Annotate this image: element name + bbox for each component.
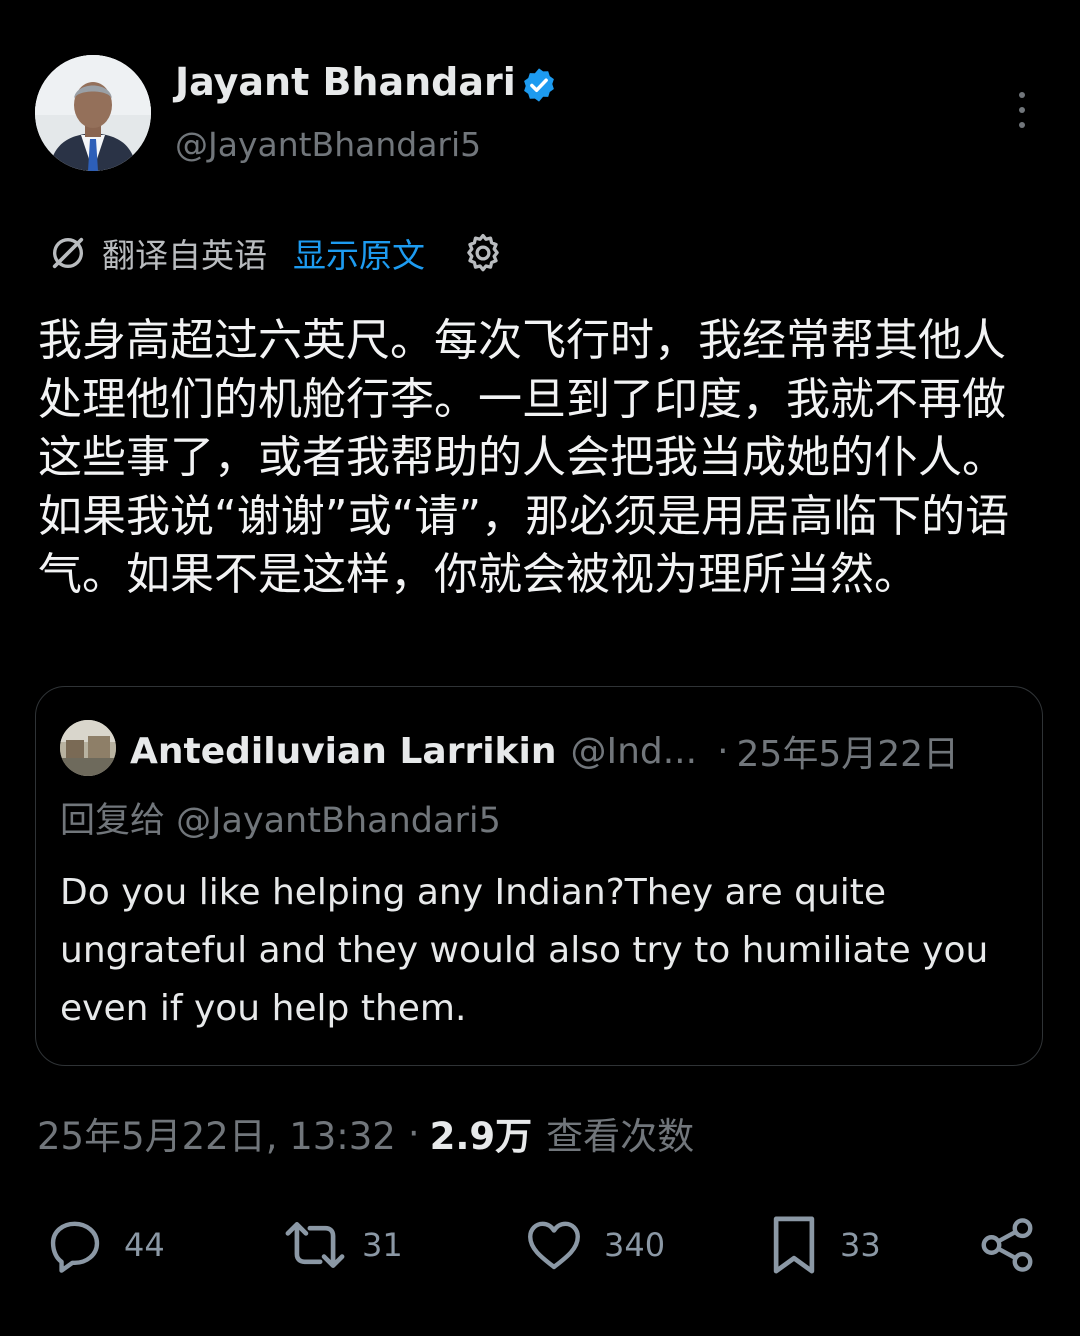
like-button[interactable]: 340	[522, 1210, 665, 1280]
reply-icon	[50, 1221, 100, 1273]
repost-icon	[285, 1222, 345, 1268]
quoted-header: Antediluvian Larrikin @Ind... · 25年5月22日	[130, 726, 959, 776]
gear-icon[interactable]	[461, 231, 505, 275]
bookmark-button[interactable]: 33	[766, 1210, 881, 1280]
reply-button[interactable]: 44	[44, 1210, 165, 1280]
translated-from-label: 翻译自英语	[102, 236, 267, 275]
show-original-link[interactable]: 显示原文	[293, 229, 425, 277]
quoted-text: Do you like helping any Indian?They are …	[60, 872, 989, 1029]
bookmark-count: 33	[840, 1226, 881, 1264]
reply-count: 44	[124, 1226, 165, 1264]
view-count-label: 查看次数	[546, 1115, 695, 1158]
share-button[interactable]	[976, 1210, 1038, 1280]
heart-icon	[528, 1221, 580, 1270]
quoted-separator: ·	[717, 730, 729, 772]
more-options-icon[interactable]	[1003, 92, 1041, 134]
meta-separator: ·	[407, 1111, 420, 1155]
like-count: 340	[604, 1226, 666, 1264]
quoted-profile-photo-icon	[60, 720, 116, 776]
repost-button[interactable]: 31	[280, 1210, 403, 1280]
post-timestamp[interactable]: 25年5月22日, 13:32	[37, 1106, 396, 1160]
translation-bar: 翻译自英语 显示原文	[48, 228, 505, 278]
reply-to-label[interactable]: 回复给 @JayantBhandari5	[60, 792, 501, 843]
avatar[interactable]	[35, 55, 151, 171]
profile-photo-icon	[35, 55, 151, 171]
view-count: 2.9万	[429, 1115, 533, 1158]
quoted-author-handle[interactable]: @Ind...	[570, 731, 697, 772]
post-text: 我身高超过六英尺。每次飞行时，我经常帮其他人处理他们的机舱行李。一旦到了印度，我…	[38, 315, 1010, 600]
bookmark-icon	[773, 1216, 815, 1274]
repost-count: 31	[362, 1226, 403, 1264]
author-handle[interactable]: @JayantBhandari5	[175, 125, 481, 164]
post-meta: 25年5月22日, 13:32 · 2.9万 查看次数	[37, 1106, 694, 1160]
translate-icon	[52, 237, 84, 269]
quoted-date[interactable]: 25年5月22日	[737, 725, 960, 777]
quoted-author-name[interactable]: Antediluvian Larrikin	[130, 731, 556, 772]
verified-badge-icon	[520, 66, 558, 104]
share-icon	[981, 1218, 1033, 1272]
author-name[interactable]: Jayant Bhandari	[175, 60, 516, 104]
quoted-avatar[interactable]	[60, 720, 116, 776]
